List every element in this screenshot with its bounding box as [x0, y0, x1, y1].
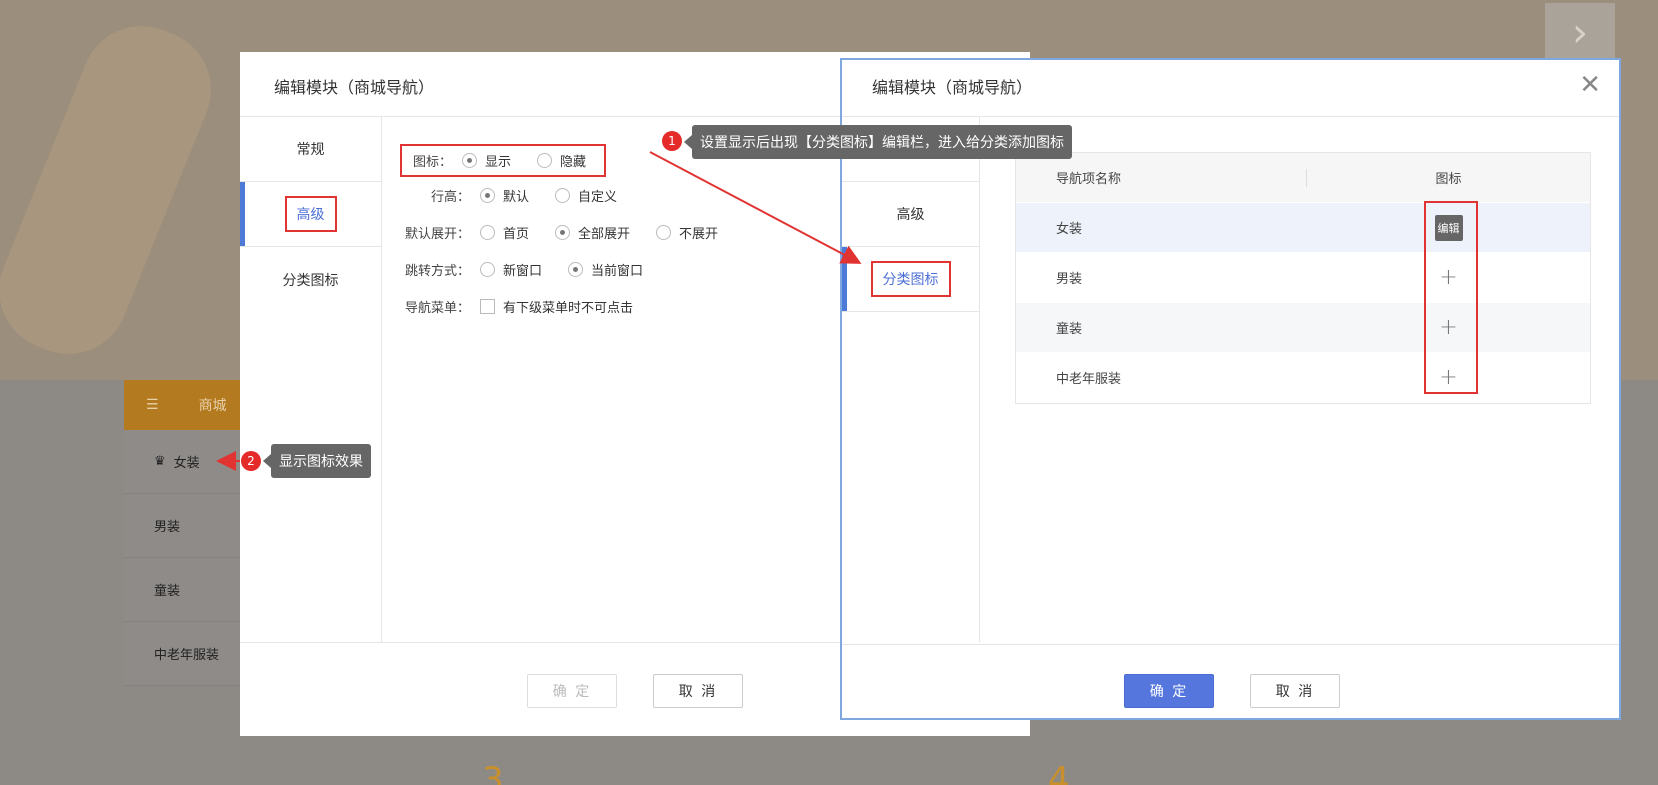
annotation-arrow-1	[649, 151, 862, 264]
annotation-tip-2: 显示图标效果	[263, 444, 371, 478]
annotation-arrows	[216, 151, 862, 471]
annotation-tip-1: 设置显示后出现【分类图标】编辑栏，进入给分类添加图标	[684, 125, 1072, 159]
annotation-badge-1: 1	[662, 131, 682, 151]
annotation-badge-2: 2	[241, 451, 261, 471]
